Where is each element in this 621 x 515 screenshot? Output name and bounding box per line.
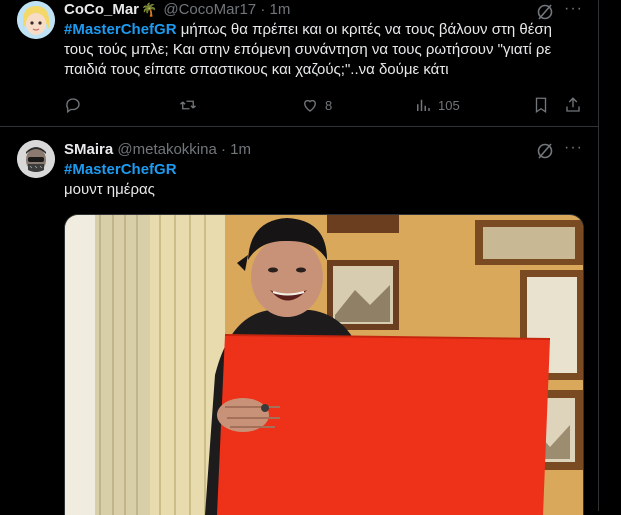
bookmark-button[interactable] bbox=[532, 96, 550, 114]
tweet-text: #MasterChefGR μουντ ημέρας bbox=[64, 160, 574, 200]
hashtag-link[interactable]: #MasterChefGR bbox=[64, 161, 177, 178]
reply-button[interactable] bbox=[64, 96, 82, 114]
separator: · bbox=[260, 1, 266, 18]
tweet[interactable]: CoCo_Mar 🌴 @CocoMar17 · 1m ··· #MasterChe… bbox=[0, 0, 598, 127]
timestamp[interactable]: 1m bbox=[230, 141, 251, 158]
tweet-header: CoCo_Mar 🌴 @CocoMar17 · 1m bbox=[64, 0, 290, 20]
more-options-icon[interactable]: ··· bbox=[564, 0, 583, 18]
views-button[interactable]: 105 bbox=[414, 96, 460, 114]
views-count: 105 bbox=[438, 97, 460, 113]
share-icon bbox=[566, 97, 580, 112]
display-name[interactable]: SMaira bbox=[64, 141, 113, 158]
tweet[interactable]: SMaira @metakokkina · 1m ··· #MasterChef… bbox=[0, 127, 598, 515]
tweet-media-image[interactable] bbox=[64, 214, 584, 515]
meme-image bbox=[65, 215, 583, 515]
tweet-actions: 8 105 bbox=[64, 96, 584, 116]
tweet-body: μουντ ημέρας bbox=[64, 181, 155, 198]
tweet-text: #MasterChefGR μήπως θα πρέπει και οι κρι… bbox=[64, 20, 574, 80]
hashtag-link[interactable]: #MasterChefGR bbox=[64, 21, 177, 38]
tweet-header: SMaira @metakokkina · 1m bbox=[64, 140, 251, 160]
retweet-icon bbox=[180, 100, 196, 110]
handle[interactable]: @metakokkina bbox=[117, 141, 216, 158]
like-count: 8 bbox=[325, 97, 333, 113]
timeline: CoCo_Mar 🌴 @CocoMar17 · 1m ··· #MasterChe… bbox=[0, 0, 599, 515]
retweet-button[interactable] bbox=[179, 96, 197, 114]
avatar[interactable] bbox=[17, 140, 55, 178]
timestamp[interactable]: 1m bbox=[269, 1, 290, 18]
display-name[interactable]: CoCo_Mar bbox=[64, 1, 139, 18]
views-icon bbox=[417, 99, 430, 111]
like-button[interactable]: 8 bbox=[301, 96, 332, 114]
handle[interactable]: @CocoMar17 bbox=[163, 1, 256, 18]
separator: · bbox=[220, 141, 226, 158]
more-options-icon[interactable]: ··· bbox=[564, 139, 583, 157]
avatar[interactable] bbox=[17, 1, 55, 39]
grok-icon[interactable] bbox=[536, 3, 554, 21]
palm-tree-icon: 🌴 bbox=[141, 2, 158, 17]
reply-icon bbox=[66, 98, 80, 114]
heart-icon bbox=[304, 99, 316, 112]
share-button[interactable] bbox=[564, 96, 582, 114]
grok-icon[interactable] bbox=[536, 142, 554, 160]
bookmark-icon bbox=[535, 97, 547, 114]
